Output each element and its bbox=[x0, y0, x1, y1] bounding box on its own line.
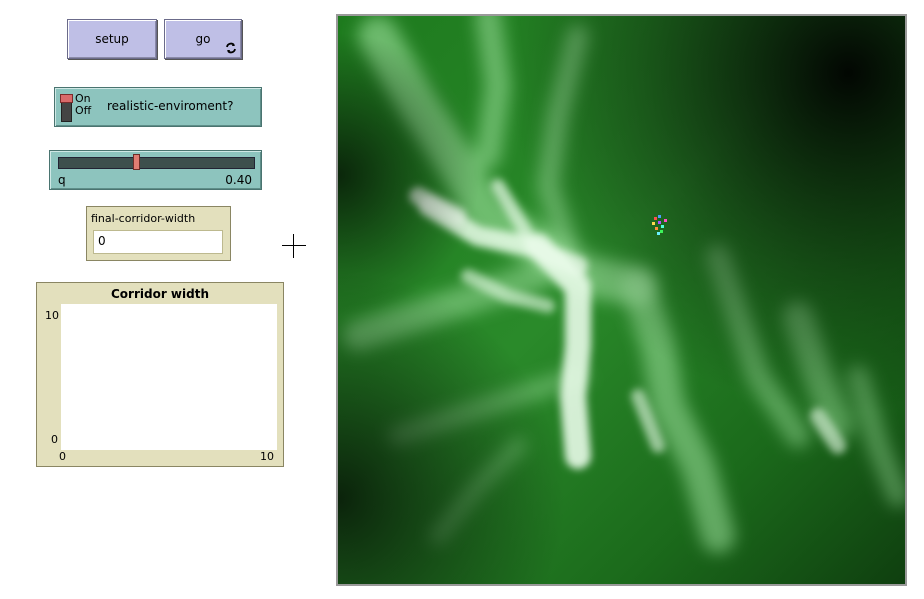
slider-rail[interactable] bbox=[58, 157, 255, 169]
plot-canvas bbox=[61, 304, 277, 450]
go-button[interactable]: go bbox=[164, 19, 242, 59]
slider-thumb[interactable] bbox=[133, 154, 141, 170]
setup-button[interactable]: setup bbox=[67, 19, 157, 59]
go-button-label: go bbox=[195, 32, 211, 46]
world-view[interactable] bbox=[336, 14, 907, 586]
plot-y-min: 0 bbox=[51, 433, 58, 446]
switch-state-labels: On Off bbox=[75, 93, 91, 117]
switch-knob[interactable] bbox=[60, 94, 73, 103]
monitor-value: 0 bbox=[93, 230, 223, 254]
plot-x-max: 10 bbox=[260, 450, 274, 463]
forever-icon bbox=[226, 42, 236, 54]
switch-off-label: Off bbox=[75, 104, 92, 117]
slider-name: q bbox=[58, 173, 66, 187]
setup-button-label: setup bbox=[95, 32, 129, 46]
switch-label: realistic-enviroment? bbox=[107, 99, 234, 113]
monitor-label: final-corridor-width bbox=[91, 212, 196, 225]
terrain-map bbox=[338, 16, 905, 584]
realistic-environment-switch[interactable]: On Off realistic-enviroment? bbox=[54, 87, 262, 127]
plot-title: Corridor width bbox=[111, 287, 209, 301]
corridor-width-plot: Corridor width 10 0 0 10 bbox=[36, 282, 284, 467]
plot-x-min: 0 bbox=[59, 450, 66, 463]
plot-y-max: 10 bbox=[45, 309, 59, 322]
final-corridor-width-monitor: final-corridor-width 0 bbox=[86, 206, 231, 261]
slider-value: 0.40 bbox=[225, 173, 252, 187]
q-slider[interactable]: q 0.40 bbox=[49, 150, 262, 190]
